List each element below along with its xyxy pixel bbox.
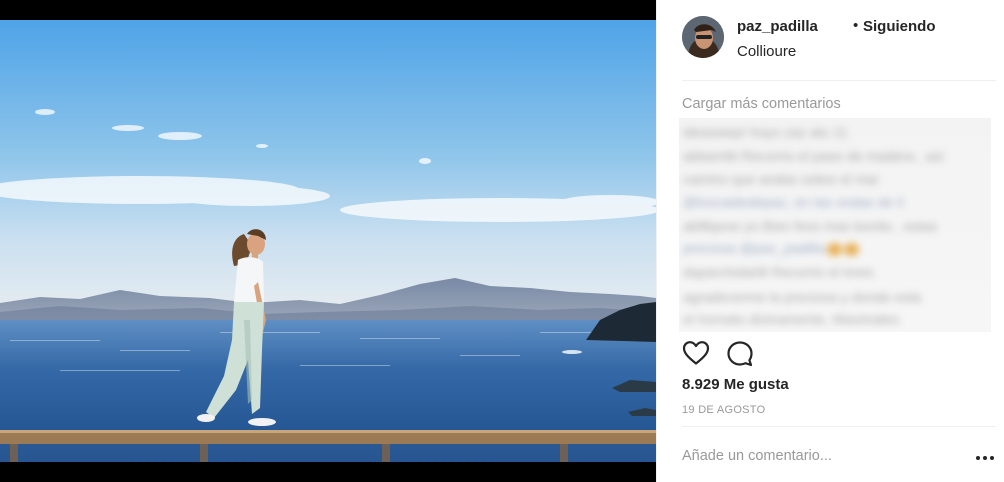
comment-line: abftbpow yo Bien fess mas bonito , estas [683,218,938,234]
heart-outline-icon [682,341,710,365]
footer-divider [682,426,996,427]
emoji-icon [826,242,842,256]
comment-line: @loscaidodepaz, en las ondas de il [683,194,904,210]
post-date: 19 DE AGOSTO [682,404,766,416]
more-horizontal-icon [976,456,994,460]
location-link[interactable]: Collioure [737,43,796,60]
post-media[interactable] [0,0,656,482]
load-more-comments-link[interactable]: Cargar más comentarios [682,96,841,112]
following-button[interactable]: Siguiendo [863,18,936,35]
post-photo [0,20,656,462]
avatar[interactable] [682,16,724,58]
post-actions [682,340,782,370]
like-button[interactable] [682,340,712,370]
comment-line: agradecerme la preciosa y donde esta [683,289,922,305]
username-link[interactable]: paz_padilla [737,18,818,35]
comment-mention: preciosa @paz_padilla [683,240,825,256]
comment-line: ideaswep! hoyo zaz atu 11 [683,124,848,140]
speech-bubble-icon [727,341,753,367]
comment-line: daparchida08 Recorrio el tmes [683,264,874,280]
emoji-icon [843,242,859,256]
comment-line: camino que andas sobre el mar [683,171,880,187]
railing [0,430,656,462]
more-options-button[interactable] [973,448,997,468]
header-divider [682,80,996,81]
comment-line: el hornato divinamente, Maximales [683,311,900,327]
comment-line: preciosa @paz_padilla [683,240,859,256]
add-comment-input[interactable] [682,448,937,464]
post-header: paz_padilla • Siguiendo Collioure [682,14,996,78]
post-side-panel: paz_padilla • Siguiendo Collioure Cargar… [656,0,1004,482]
separator-dot: • [853,17,859,34]
likes-count[interactable]: 8.929 Me gusta [682,376,789,393]
avatar-photo [682,16,724,58]
comment-line: abbarrtiti Recorrio el paso de madera , … [683,148,944,164]
comment-button[interactable] [726,340,756,370]
comments-list: ideaswep! hoyo zaz atu 11 abbarrtiti Rec… [679,118,991,332]
